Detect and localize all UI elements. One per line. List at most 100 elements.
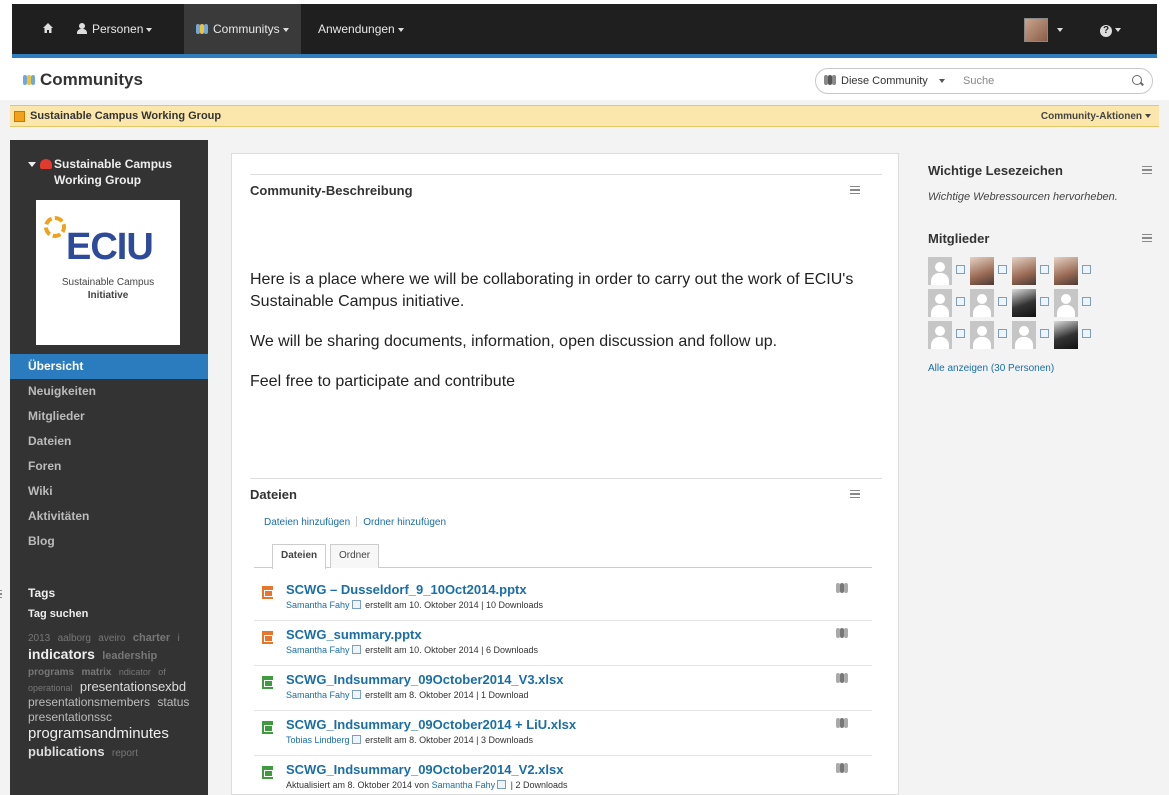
tab-dateien[interactable]: Dateien bbox=[272, 544, 327, 569]
member-avatar[interactable] bbox=[928, 257, 952, 285]
sidebar-item-aktivitaeten[interactable]: Aktivitäten bbox=[10, 504, 208, 529]
search-icon[interactable] bbox=[1132, 75, 1142, 85]
vcard-icon[interactable] bbox=[1040, 329, 1049, 338]
vcard-icon[interactable] bbox=[351, 600, 361, 609]
vcard-icon[interactable] bbox=[351, 645, 361, 654]
member-avatar[interactable] bbox=[1012, 257, 1036, 285]
tag-link[interactable]: ndicator bbox=[119, 667, 151, 677]
sidebar-item-wiki[interactable]: Wiki bbox=[10, 479, 208, 504]
show-all-members-link[interactable]: Alle anzeigen (30 Personen) bbox=[928, 363, 1054, 374]
member-avatar[interactable] bbox=[1012, 289, 1036, 317]
tag-link[interactable]: publications bbox=[28, 744, 105, 759]
member-avatar[interactable] bbox=[970, 289, 994, 317]
avatar-menu-toggle[interactable] bbox=[1050, 4, 1067, 54]
tag-link[interactable]: aveiro bbox=[98, 633, 125, 644]
search-input[interactable]: Suche bbox=[963, 75, 994, 87]
chevron-down-icon bbox=[397, 27, 404, 32]
member-avatar[interactable] bbox=[970, 257, 994, 285]
file-author-link[interactable]: Tobias Lindberg bbox=[286, 735, 350, 745]
vcard-icon[interactable] bbox=[1040, 265, 1049, 274]
file-name-link[interactable]: SCWG_Indsummary_09October2014 + LiU.xlsx bbox=[286, 717, 576, 732]
sidebar-item-foren[interactable]: Foren bbox=[10, 454, 208, 479]
nav-communitys[interactable]: Communitys bbox=[184, 4, 301, 54]
file-name-link[interactable]: SCWG_Indsummary_09October2014_V2.xlsx bbox=[286, 762, 563, 777]
nav-anwendungen[interactable]: Anwendungen bbox=[306, 4, 416, 54]
tag-link[interactable]: aalborg bbox=[58, 633, 91, 644]
file-author-link[interactable]: Samantha Fahy bbox=[432, 780, 496, 790]
vcard-icon[interactable] bbox=[998, 329, 1007, 338]
member-avatar[interactable] bbox=[1054, 289, 1078, 317]
vcard-icon[interactable] bbox=[956, 297, 965, 306]
logo-brand: ECIU bbox=[66, 226, 154, 268]
tag-link[interactable]: presentationsmembers bbox=[28, 695, 150, 709]
tag-link[interactable]: programsandminutes bbox=[28, 725, 169, 742]
sidebar-item-uebersicht[interactable]: Übersicht bbox=[10, 354, 208, 379]
vcard-icon[interactable] bbox=[956, 265, 965, 274]
community-actions-menu[interactable]: Community-Aktionen bbox=[1041, 111, 1151, 122]
search-scope-select[interactable]: Diese Community bbox=[824, 74, 945, 87]
member-avatar[interactable] bbox=[970, 321, 994, 349]
tag-link[interactable]: report bbox=[112, 748, 138, 759]
file-author-link[interactable]: Samantha Fahy bbox=[286, 645, 350, 655]
add-files-link[interactable]: Dateien hinzufügen bbox=[264, 517, 350, 528]
add-folder-link[interactable]: Ordner hinzufügen bbox=[363, 517, 446, 528]
main-content: Community-Beschreibung Here is a place w… bbox=[231, 153, 899, 795]
vcard-icon[interactable] bbox=[1040, 297, 1049, 306]
vcard-icon[interactable] bbox=[998, 265, 1007, 274]
nav-personen[interactable]: Personen bbox=[65, 4, 164, 54]
members-menu-icon[interactable] bbox=[1142, 234, 1152, 242]
file-author-link[interactable]: Samantha Fahy bbox=[286, 690, 350, 700]
divider bbox=[356, 516, 358, 527]
sidebar-item-mitglieder[interactable]: Mitglieder bbox=[10, 404, 208, 429]
file-name-link[interactable]: SCWG – Dusseldorf_9_10Oct2014.pptx bbox=[286, 582, 527, 597]
tag-link[interactable]: operational bbox=[28, 683, 73, 693]
vcard-icon[interactable] bbox=[956, 329, 965, 338]
tags-menu-icon[interactable] bbox=[0, 590, 2, 598]
home-button[interactable] bbox=[30, 4, 66, 54]
vcard-icon[interactable] bbox=[351, 690, 361, 699]
tag-link[interactable]: presentationssc bbox=[28, 710, 112, 724]
banner-community-name[interactable]: Sustainable Campus Working Group bbox=[30, 110, 221, 122]
tag-link[interactable]: of bbox=[158, 667, 166, 677]
member-avatar[interactable] bbox=[1012, 321, 1036, 349]
help-menu[interactable]: ? bbox=[1088, 4, 1133, 54]
right-panel: Wichtige Lesezeichen Wichtige Webressour… bbox=[918, 153, 1158, 453]
vcard-icon[interactable] bbox=[1082, 297, 1091, 306]
tag-link[interactable]: 2013 bbox=[28, 633, 50, 644]
vcard-icon[interactable] bbox=[998, 297, 1007, 306]
sidebar-item-dateien[interactable]: Dateien bbox=[10, 429, 208, 454]
tag-link[interactable]: charter bbox=[133, 632, 170, 644]
logo-subtitle-2: Initiative bbox=[87, 290, 129, 301]
tag-link[interactable]: presentationsexbd bbox=[80, 679, 186, 694]
section-menu-icon[interactable] bbox=[850, 186, 860, 194]
file-author-link[interactable]: Samantha Fahy bbox=[286, 600, 350, 610]
person-icon bbox=[77, 23, 87, 34]
sidebar-item-blog[interactable]: Blog bbox=[10, 529, 208, 554]
vcard-icon[interactable] bbox=[351, 735, 361, 744]
tag-search-link[interactable]: Tag suchen bbox=[28, 608, 88, 620]
tag-link[interactable]: i bbox=[178, 633, 180, 644]
tag-link[interactable]: programs bbox=[28, 667, 74, 678]
bookmarks-menu-icon[interactable] bbox=[1142, 166, 1152, 174]
home-icon bbox=[43, 23, 53, 33]
tag-link[interactable]: leadership bbox=[102, 650, 157, 662]
tab-ordner[interactable]: Ordner bbox=[330, 544, 380, 568]
chevron-down-icon bbox=[282, 27, 289, 32]
file-row: SCWG_summary.pptx Samantha Fahy erstellt … bbox=[254, 621, 872, 666]
vcard-icon[interactable] bbox=[1082, 265, 1091, 274]
vcard-icon[interactable] bbox=[1082, 329, 1091, 338]
member-avatar[interactable] bbox=[928, 289, 952, 317]
tag-link[interactable]: indicators bbox=[28, 646, 95, 662]
member-avatar[interactable] bbox=[928, 321, 952, 349]
user-avatar[interactable] bbox=[1024, 18, 1048, 42]
member-avatar[interactable] bbox=[1054, 321, 1078, 349]
file-name-link[interactable]: SCWG_Indsummary_09October2014_V3.xlsx bbox=[286, 672, 563, 687]
member-avatar[interactable] bbox=[1054, 257, 1078, 285]
section-menu-icon[interactable] bbox=[850, 490, 860, 498]
vcard-icon[interactable] bbox=[497, 780, 507, 789]
tag-link[interactable]: status bbox=[157, 695, 189, 709]
sidebar-nav: Übersicht Neuigkeiten Mitglieder Dateien… bbox=[10, 354, 208, 554]
sidebar-item-neuigkeiten[interactable]: Neuigkeiten bbox=[10, 379, 208, 404]
file-name-link[interactable]: SCWG_summary.pptx bbox=[286, 627, 422, 642]
tag-link[interactable]: matrix bbox=[81, 667, 111, 678]
